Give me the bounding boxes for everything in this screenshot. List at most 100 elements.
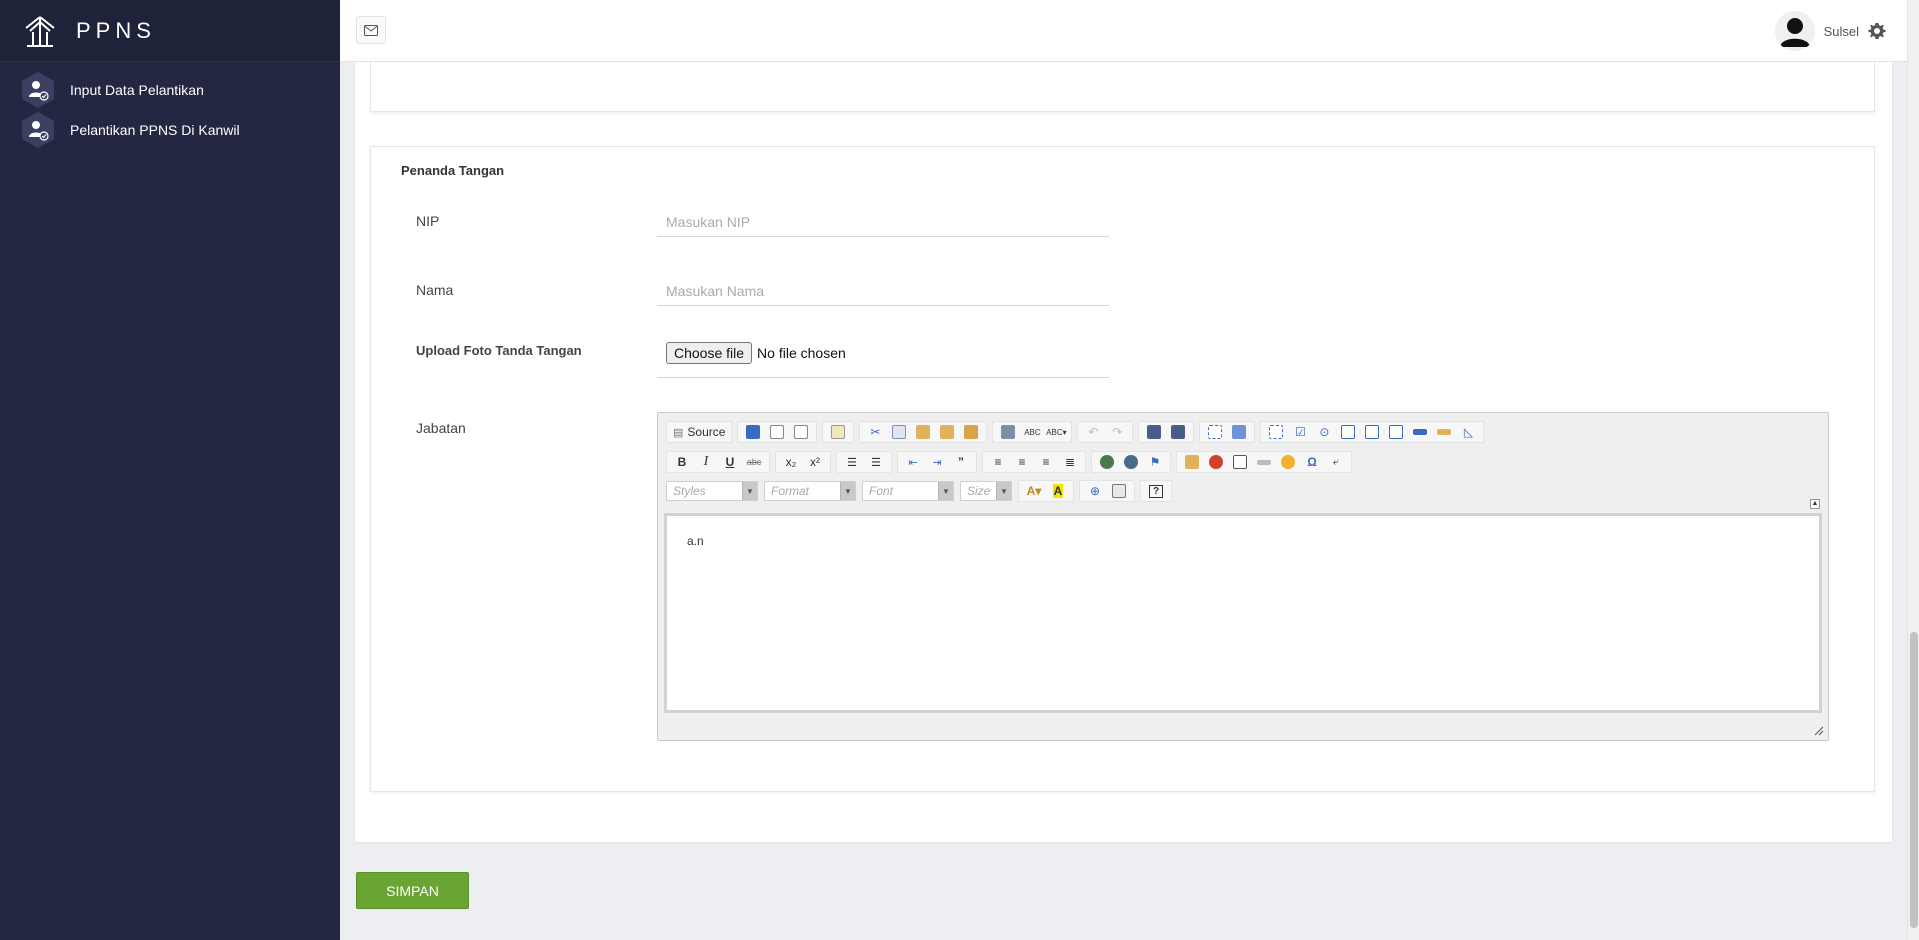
copy-button[interactable] (887, 422, 911, 442)
size-dropdown[interactable]: Size ▼ (960, 481, 1012, 501)
nip-label: NIP (416, 213, 440, 229)
radio-button[interactable]: ⊙ (1312, 422, 1336, 442)
save-button[interactable] (741, 422, 765, 442)
link-button[interactable] (1095, 452, 1119, 472)
align-left-icon: ≡ (994, 455, 1002, 469)
spellcheck-as-you-type-button[interactable]: ABC▾ (1044, 422, 1068, 442)
table-button[interactable] (1228, 452, 1252, 472)
select-all-button[interactable] (1203, 422, 1227, 442)
collapse-toolbar-button[interactable]: ▲ (1810, 499, 1820, 509)
replace-button[interactable] (1166, 422, 1190, 442)
editor-toolbar-row-1: ▤ Source ✂ ABC ABC▾ ↶ ↷ ☑ ⊙ ◺ (666, 420, 1489, 444)
editor-content-area[interactable]: a.n (664, 513, 1822, 713)
help-icon: ? (1148, 484, 1164, 498)
preview-button[interactable] (789, 422, 813, 442)
chevron-down-icon: ▼ (996, 482, 1011, 500)
radio-icon: ⊙ (1319, 425, 1330, 439)
background-color-button[interactable]: A (1046, 481, 1070, 501)
user-name: Sulsel (1823, 23, 1859, 39)
toolbar-group-file (737, 421, 818, 443)
paste-button[interactable] (911, 422, 935, 442)
mail-button[interactable] (356, 16, 386, 44)
outdent-button[interactable]: ⇤ (901, 452, 925, 472)
new-page-button[interactable] (765, 422, 789, 442)
hidden-field-button[interactable]: ◺ (1456, 422, 1480, 442)
nip-input[interactable] (657, 207, 1109, 237)
templates-button[interactable] (826, 422, 850, 442)
sidebar-item-input-data-pelantikan[interactable]: Input Data Pelantikan (0, 70, 340, 110)
align-justify-button[interactable]: ≣ (1058, 452, 1082, 472)
text-field-icon (1341, 425, 1356, 439)
user-menu[interactable]: Sulsel (1774, 11, 1887, 51)
textarea-button[interactable] (1360, 422, 1384, 442)
anchor-button[interactable]: ⚑ (1143, 452, 1167, 472)
numbered-list-button[interactable]: ☰ (840, 452, 864, 472)
spellcheck-button[interactable]: ABC (1020, 422, 1044, 442)
resize-grip-icon[interactable] (1812, 724, 1824, 736)
remove-format-button[interactable] (1227, 422, 1251, 442)
toolbar-group-script: x₂ x² (775, 451, 831, 473)
format-dropdown[interactable]: Format ▼ (764, 481, 856, 501)
brand[interactable]: PPNS (0, 0, 340, 62)
link-icon (1100, 455, 1114, 469)
unlink-button[interactable] (1119, 452, 1143, 472)
indent-button[interactable]: ⇥ (925, 452, 949, 472)
form-button-button[interactable] (1408, 422, 1432, 442)
smiley-button[interactable] (1276, 452, 1300, 472)
signature-file-input: Choose file No file chosen (657, 342, 1109, 378)
scrollbar[interactable] (1907, 0, 1919, 940)
special-char-label: Ω (1307, 455, 1317, 469)
show-blocks-button[interactable] (1107, 481, 1131, 501)
source-button[interactable]: ▤ Source (670, 422, 728, 442)
paste-word-button[interactable] (959, 422, 983, 442)
strikethrough-button[interactable]: abc (742, 452, 766, 472)
align-left-button[interactable]: ≡ (986, 452, 1010, 472)
superscript-button[interactable]: x² (803, 452, 827, 472)
bulleted-list-button[interactable]: ☰ (864, 452, 888, 472)
find-button[interactable] (1142, 422, 1166, 442)
image-button-button[interactable] (1432, 422, 1456, 442)
form-button-icon (1413, 429, 1428, 435)
text-field-button[interactable] (1336, 422, 1360, 442)
choose-file-button[interactable]: Choose file (666, 342, 753, 364)
sidebar-item-label: Pelantikan PPNS Di Kanwil (70, 122, 240, 138)
save-button[interactable]: SIMPAN (356, 872, 469, 909)
scrollbar-thumb[interactable] (1910, 632, 1918, 928)
align-right-button[interactable]: ≡ (1034, 452, 1058, 472)
font-dropdown[interactable]: Font ▼ (862, 481, 954, 501)
page-break-button[interactable]: ⤶ (1324, 452, 1348, 472)
styles-dropdown[interactable]: Styles ▼ (666, 481, 758, 501)
toolbar-group-select (1199, 421, 1256, 443)
bold-button[interactable]: B (670, 452, 694, 472)
user-check-icon (18, 70, 58, 110)
jabatan-rich-text-editor: ▤ Source ✂ ABC ABC▾ ↶ ↷ ☑ ⊙ ◺ B I U abc … (657, 412, 1829, 741)
flash-button[interactable] (1204, 452, 1228, 472)
form-button[interactable] (1264, 422, 1288, 442)
copy-icon (892, 425, 907, 439)
select-field-button[interactable] (1384, 422, 1408, 442)
redo-button[interactable]: ↷ (1105, 422, 1129, 442)
text-color-button[interactable]: A▾ (1022, 481, 1046, 501)
maximize-button[interactable]: ⊕ (1083, 481, 1107, 501)
spellcheck-dropdown-icon: ABC▾ (1046, 427, 1067, 437)
checkbox-button[interactable]: ☑ (1288, 422, 1312, 442)
underline-button[interactable]: U (718, 452, 742, 472)
paste-text-button[interactable] (935, 422, 959, 442)
nama-input[interactable] (657, 276, 1109, 306)
italic-button[interactable]: I (694, 452, 718, 472)
blockquote-button[interactable]: ” (949, 452, 973, 472)
about-button[interactable]: ? (1144, 481, 1168, 501)
image-button[interactable] (1180, 452, 1204, 472)
print-button[interactable] (996, 422, 1020, 442)
horizontal-rule-button[interactable] (1252, 452, 1276, 472)
gear-icon[interactable] (1867, 21, 1887, 41)
avatar[interactable] (1774, 11, 1815, 51)
cut-button[interactable]: ✂ (863, 422, 887, 442)
subscript-button[interactable]: x₂ (779, 452, 803, 472)
maximize-icon: ⊕ (1089, 484, 1101, 498)
sidebar-item-pelantikan-ppns-di-kanwil[interactable]: Pelantikan PPNS Di Kanwil (0, 110, 340, 150)
undo-button[interactable]: ↶ (1081, 422, 1105, 442)
toolbar-group-help: ? (1140, 480, 1172, 502)
special-char-button[interactable]: Ω (1300, 452, 1324, 472)
align-center-button[interactable]: ≡ (1010, 452, 1034, 472)
